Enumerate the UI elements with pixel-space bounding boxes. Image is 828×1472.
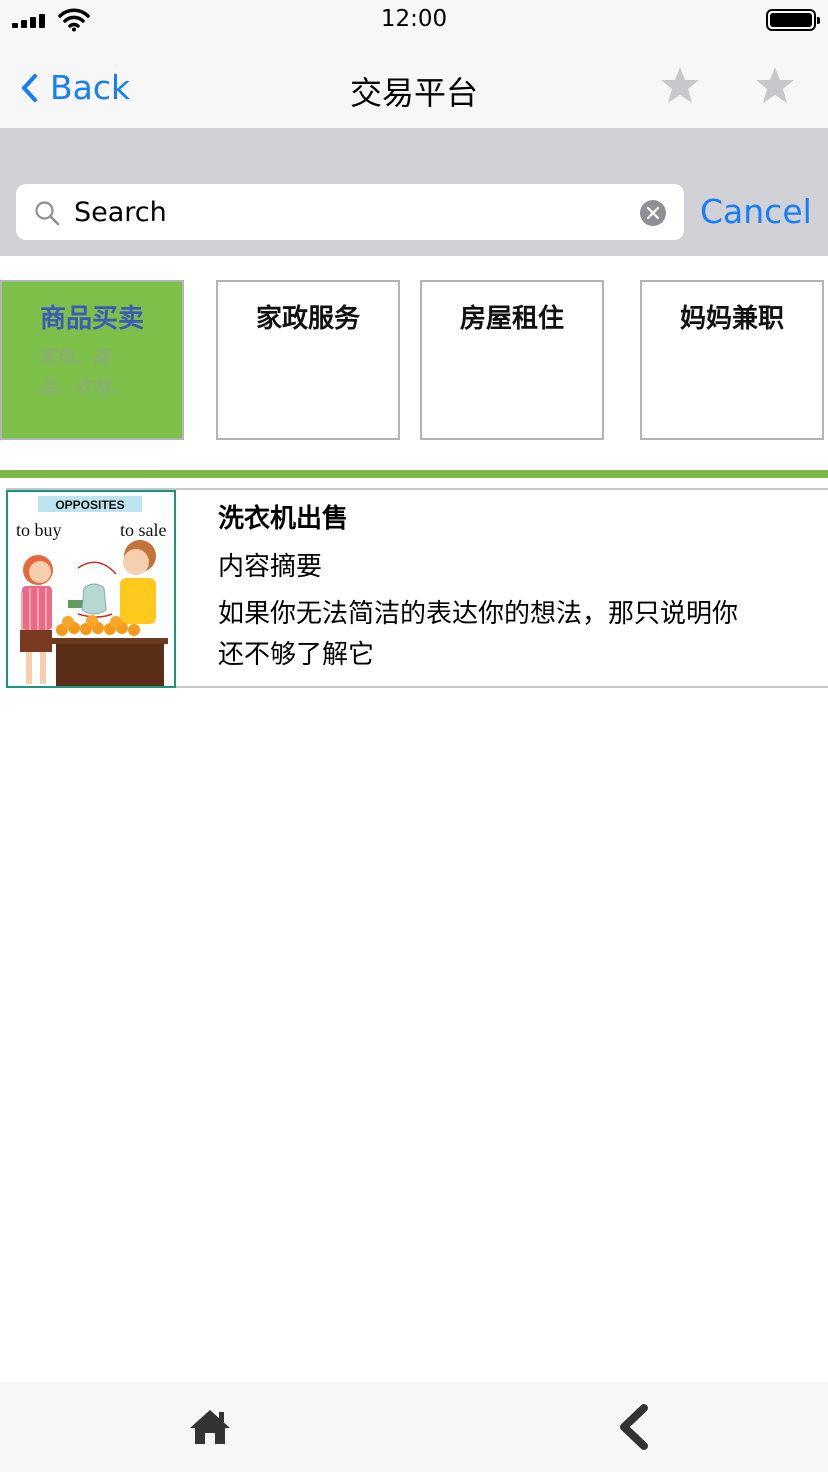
bottom-toolbar bbox=[0, 1382, 828, 1472]
clear-icon bbox=[647, 207, 659, 219]
image-heading: OPPOSITES bbox=[55, 498, 124, 512]
star-icon[interactable] bbox=[755, 66, 795, 104]
category-tile-housekeeping[interactable]: 家政服务 bbox=[216, 280, 400, 440]
status-time: 12:00 bbox=[380, 6, 448, 32]
cancel-button[interactable]: Cancel bbox=[700, 192, 812, 231]
category-subtitle: 家电，商品，衣物， bbox=[38, 347, 128, 398]
category-title: 商品买卖 bbox=[39, 304, 144, 334]
category-tile-rental[interactable]: 房屋租住 bbox=[420, 280, 604, 440]
item-title: 洗衣机出售 bbox=[218, 504, 349, 534]
home-icon[interactable] bbox=[188, 1408, 232, 1446]
category-title: 房屋租住 bbox=[459, 304, 564, 334]
category-tile-goods[interactable]: 商品买卖 家电，商品，衣物， bbox=[0, 280, 184, 440]
back-arrow-icon[interactable] bbox=[616, 1404, 652, 1450]
search-field[interactable] bbox=[16, 184, 684, 240]
battery-icon bbox=[766, 9, 820, 31]
item-image: OPPOSITES to buy to sale bbox=[8, 492, 174, 686]
category-title: 家政服务 bbox=[255, 304, 360, 334]
chevron-left-icon bbox=[22, 73, 37, 102]
image-left-label: to buy bbox=[16, 520, 62, 540]
star-icon[interactable] bbox=[660, 66, 700, 104]
status-bar: 12:00 bbox=[0, 0, 828, 40]
image-right-label: to sale bbox=[120, 520, 167, 540]
item-description: 如果你无法简洁的表达你的想法，那只说明你还不够了解它 bbox=[218, 599, 739, 670]
back-button[interactable]: Back bbox=[20, 68, 130, 107]
section-divider bbox=[0, 470, 828, 478]
category-title: 妈妈兼职 bbox=[679, 304, 784, 334]
navigation-bar: Back 交易平台 bbox=[0, 40, 828, 128]
category-tile-part-time[interactable]: 妈妈兼职 bbox=[640, 280, 824, 440]
item-thumbnail: OPPOSITES to buy to sale bbox=[6, 490, 176, 688]
clear-search-button[interactable] bbox=[640, 200, 666, 226]
search-bar: Cancel bbox=[0, 128, 828, 256]
item-summary: 内容摘要 bbox=[218, 552, 323, 582]
list-item[interactable]: OPPOSITES to buy to sale 洗衣机出售 内容摘要 如果你无… bbox=[6, 488, 828, 688]
search-input[interactable] bbox=[74, 192, 634, 232]
back-button-label: Back bbox=[50, 68, 131, 107]
search-icon bbox=[35, 201, 60, 226]
